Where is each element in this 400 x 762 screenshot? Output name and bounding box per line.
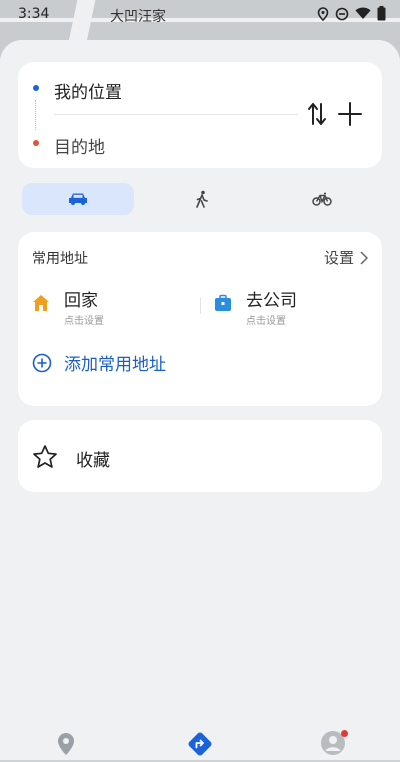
home-address-item[interactable]: 回家 点击设置: [32, 286, 202, 327]
origin-field[interactable]: 我的位置: [54, 78, 122, 103]
destination-dot: [33, 140, 39, 146]
nav-places[interactable]: [52, 730, 80, 758]
bottom-navigation: [0, 724, 400, 760]
swap-vertical-icon[interactable]: [306, 100, 328, 128]
route-planner-sheet: 我的位置 目的地 常用地址 设置 回家 点击设置 去公司 点击设置 添加常用地址…: [0, 40, 400, 760]
status-icons: [317, 6, 386, 21]
add-common-address-label: 添加常用地址: [64, 355, 166, 375]
tab-bike[interactable]: [302, 183, 342, 215]
address-settings-label: 设置: [323, 249, 354, 267]
plus-icon[interactable]: [336, 100, 364, 128]
dnd-icon: [335, 7, 349, 20]
add-common-address-button[interactable]: 添加常用地址: [32, 350, 166, 375]
favorites-card[interactable]: 收藏: [18, 420, 382, 492]
nav-profile[interactable]: [320, 730, 348, 758]
star-icon: [33, 445, 57, 468]
company-label: 去公司: [246, 291, 297, 311]
address-settings-button[interactable]: 设置: [324, 247, 368, 268]
route-connector: [35, 100, 36, 130]
origin-dot: [33, 85, 39, 91]
bike-icon: [312, 192, 332, 206]
status-bar: 3:34 大凹汪家: [0, 0, 400, 30]
route-input-card: 我的位置 目的地: [18, 62, 382, 168]
address-separator: [200, 298, 201, 314]
transport-mode-tabs: [22, 183, 378, 215]
destination-field[interactable]: 目的地: [54, 133, 105, 158]
notification-badge: [341, 730, 348, 737]
briefcase-icon: [215, 294, 231, 311]
car-icon: [69, 193, 87, 205]
route-icon: [188, 732, 212, 756]
favorites-label: 收藏: [76, 451, 110, 471]
company-hint: 点击设置: [246, 316, 286, 327]
company-address-item[interactable]: 去公司 点击设置: [214, 286, 374, 327]
common-address-card: 常用地址 设置 回家 点击设置 去公司 点击设置 添加常用地址: [18, 232, 382, 406]
plus-circle-icon: [32, 353, 52, 372]
home-icon: [33, 295, 49, 311]
wifi-icon: [355, 7, 371, 19]
battery-icon: [377, 6, 386, 21]
tab-car[interactable]: [22, 183, 134, 215]
walk-icon: [196, 190, 208, 208]
nav-routes[interactable]: [186, 730, 214, 758]
route-divider: [54, 114, 298, 115]
location-pin-icon: [58, 733, 74, 755]
common-address-title: 常用地址: [32, 251, 88, 267]
home-hint: 点击设置: [64, 316, 104, 327]
home-label: 回家: [64, 291, 98, 311]
map-place-label: 大凹汪家: [110, 9, 166, 25]
location-icon: [317, 6, 329, 21]
tab-walk[interactable]: [182, 183, 222, 215]
status-time: 3:34: [18, 6, 50, 22]
chevron-right-icon: [360, 250, 368, 265]
